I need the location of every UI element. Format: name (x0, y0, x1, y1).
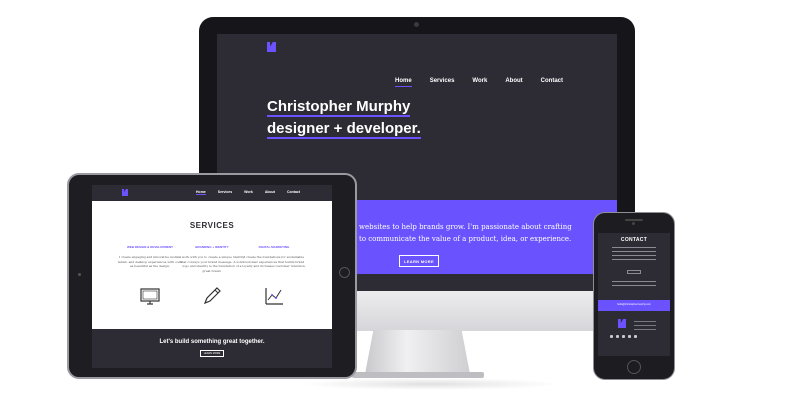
phone-speaker (625, 219, 643, 221)
learn-more-button[interactable]: LEARN MORE (399, 255, 439, 267)
nav-about[interactable]: About (505, 78, 522, 87)
contact-paragraph-2 (612, 281, 656, 289)
site-logo-icon[interactable] (267, 42, 276, 52)
tablet-home-button (339, 267, 350, 278)
nav-contact[interactable]: Contact (541, 78, 563, 87)
services-title: SERVICES (189, 221, 235, 230)
site-logo-icon[interactable] (122, 189, 128, 196)
footer-logo-icon (618, 319, 626, 328)
contact-button[interactable] (627, 270, 641, 274)
learn-more-button[interactable]: LEARN MORE (200, 350, 224, 357)
nav-work[interactable]: Work (472, 78, 487, 87)
hero-title-line2: designer + developer. (267, 120, 421, 139)
nav-about[interactable]: About (265, 190, 275, 195)
monitor-icon (140, 288, 160, 305)
service-text: I work with you to create a unique ident… (179, 255, 245, 273)
nav-contact[interactable]: Contact (287, 190, 300, 195)
contact-paragraph (612, 247, 656, 263)
social-icon[interactable] (616, 335, 619, 338)
contact-title: CONTACT (620, 237, 648, 243)
tablet-nav-bar: Home Services Work About Contact (92, 185, 332, 201)
pencil-icon (203, 287, 221, 305)
service-text: I create the foundations for sustainable… (242, 255, 306, 269)
tablet-screen: Home Services Work About Contact SERVICE… (92, 185, 332, 368)
service-marketing: DIGITAL MARKETING I create the foundatio… (241, 245, 307, 269)
social-icon[interactable] (628, 335, 631, 338)
service-heading: DIGITAL MARKETING (258, 245, 290, 249)
social-icon[interactable] (610, 335, 613, 338)
nav-home[interactable]: Home (395, 78, 412, 87)
phone-camera (632, 222, 635, 225)
device-mockup-stage: Home Services Work About Contact Christo… (0, 0, 810, 405)
floor-shadow (300, 378, 560, 390)
phone-home-button (627, 360, 641, 374)
cta-text: Let's build something great together. (159, 339, 265, 345)
nav-services[interactable]: Services (430, 78, 455, 87)
tablet-cta-footer: Let's build something great together. LE… (92, 329, 332, 368)
intro-text-line2: to communicate the value of a product, i… (359, 235, 572, 243)
contact-email[interactable]: hello@christophermurphy.com (598, 303, 670, 306)
footer-links (634, 321, 656, 333)
service-heading: WEB DESIGN & DEVELOPMENT (126, 245, 173, 249)
social-icon[interactable] (634, 335, 637, 338)
nav-work[interactable]: Work (244, 190, 253, 195)
imac-stand (365, 330, 470, 374)
chart-icon (265, 288, 283, 305)
desktop-nav: Home Services Work About Contact (395, 78, 563, 87)
social-icons (610, 335, 637, 338)
tablet-nav: Home Services Work About Contact (196, 190, 300, 195)
intro-text-line1: websites to help brands grow. I'm passio… (359, 223, 572, 231)
nav-services[interactable]: Services (218, 190, 232, 195)
social-icon[interactable] (622, 335, 625, 338)
service-branding: BRANDING + IDENTITY I work with you to c… (179, 245, 245, 273)
nav-home[interactable]: Home (196, 190, 206, 195)
tablet-camera (78, 273, 81, 276)
service-text: I create engaging and innovative mobile,… (117, 255, 183, 269)
imac-camera (414, 22, 419, 27)
service-web-design: WEB DESIGN & DEVELOPMENT I create engagi… (117, 245, 183, 269)
hero-title-line1: Christopher Murphy (267, 98, 411, 117)
phone-screen: CONTACT hello@christophermurphy.com (598, 233, 670, 356)
service-heading: BRANDING + IDENTITY (195, 245, 229, 249)
